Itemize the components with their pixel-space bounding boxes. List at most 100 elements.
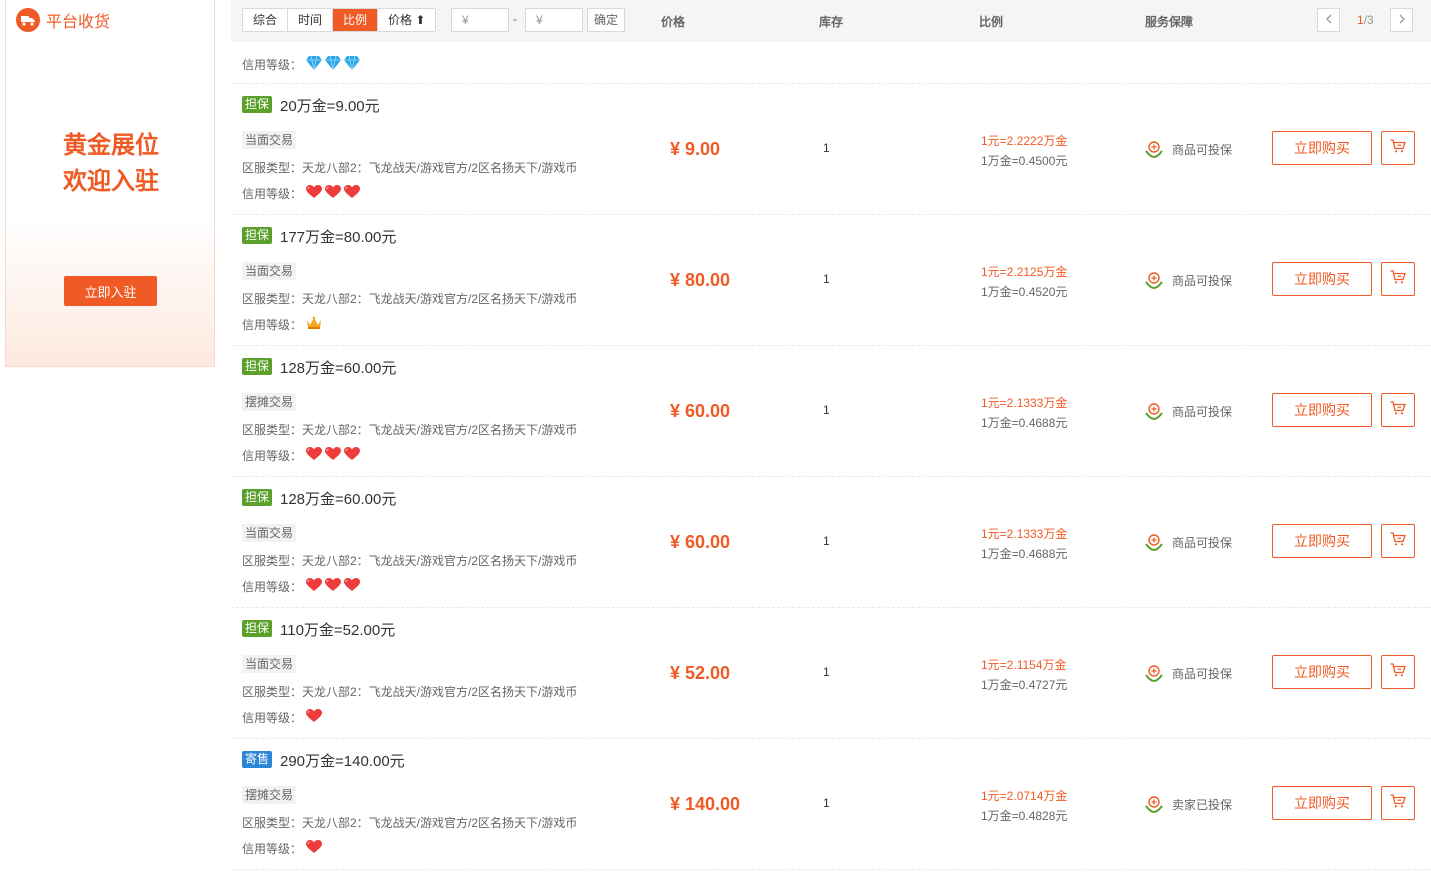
trade-tag: 担保	[242, 620, 273, 637]
trade-type-badge: 摆摊交易	[242, 786, 297, 804]
min-price-input[interactable]: ¥	[451, 8, 509, 32]
add-to-cart-button[interactable]	[1381, 524, 1415, 558]
credit-icons	[306, 447, 363, 464]
listing-title[interactable]: 20万金=9.00元	[280, 95, 380, 116]
add-to-cart-button[interactable]	[1381, 262, 1415, 296]
listing-title[interactable]: 110万金=52.00元	[280, 619, 395, 640]
cart-icon	[1390, 400, 1406, 420]
cart-icon	[1390, 138, 1406, 158]
gold-booth-text: 黄金展位 欢迎入驻	[6, 128, 216, 200]
buy-now-button[interactable]: 立即购买	[1272, 393, 1372, 427]
listing-title[interactable]: 128万金=60.00元	[280, 488, 396, 509]
prev-page-button[interactable]	[1317, 8, 1340, 32]
service-guarantee: 商品可投保	[1145, 664, 1233, 683]
service-guarantee: 商品可投保	[1145, 533, 1233, 552]
ratio-gold-to-yuan: 1万金=0.4828元	[981, 809, 1068, 823]
buy-now-button[interactable]: 立即购买	[1272, 131, 1372, 165]
sort-tab-1[interactable]: 时间	[288, 9, 334, 31]
insurance-icon	[1145, 140, 1163, 159]
heart-icon	[306, 578, 323, 595]
credit-label: 信用等级：	[242, 58, 303, 72]
service-guarantee: 卖家已投保	[1145, 795, 1233, 814]
platform-receive-header[interactable]: 平台收货	[16, 8, 110, 32]
ratio-yuan-to-gold: 1元=2.2222万金	[981, 134, 1068, 148]
price: ¥ 9.00	[670, 139, 721, 159]
heart-icon	[325, 447, 342, 464]
add-to-cart-button[interactable]	[1381, 786, 1415, 820]
listing-title[interactable]: 290万金=140.00元	[280, 750, 405, 771]
platform-receive-title: 平台收货	[46, 14, 111, 31]
sort-tab-3[interactable]: 价格 ⬆	[378, 9, 435, 31]
stock-count: 1	[823, 665, 830, 679]
server-zone: 区服类型：天龙八部2：飞龙战天/游戏官方/2区名扬天下/游戏币	[242, 423, 578, 437]
service-label: 商品可投保	[1172, 404, 1233, 419]
next-page-button[interactable]	[1390, 8, 1413, 32]
service-guarantee: 商品可投保	[1145, 271, 1232, 290]
cart-icon	[1390, 793, 1406, 813]
sort-tab-2[interactable]: 比例	[333, 9, 379, 31]
listing-row: 担保 128万金=60.00元当面交易区服类型：天龙八部2：飞龙战天/游戏官方/2…	[231, 477, 1431, 608]
add-to-cart-button[interactable]	[1381, 131, 1415, 165]
sort-tab-0[interactable]: 综合	[243, 9, 289, 31]
service-label: 卖家已投保	[1172, 797, 1233, 812]
gold-line-1: 黄金展位	[63, 132, 159, 159]
price-confirm-button[interactable]: 确定	[587, 8, 625, 32]
stock-count: 1	[823, 796, 830, 810]
heart-icon	[306, 709, 323, 726]
join-now-button[interactable]: 立即入驻	[64, 276, 157, 306]
credit-icons	[306, 709, 325, 726]
listing-row: 担保 177万金=80.00元 当面交易 区服类型：天龙八部2：飞龙战天/游戏官方/2…	[231, 215, 1431, 346]
credit-level: 信用等级：	[242, 185, 363, 202]
heart-icon	[344, 578, 361, 595]
diamond-icon	[325, 55, 342, 73]
buy-now-button[interactable]: 立即购买	[1272, 786, 1372, 820]
service-guarantee: 商品可投保	[1145, 402, 1233, 421]
insurance-icon	[1145, 402, 1163, 421]
ratio-gold-to-yuan: 1万金=0.4520元	[981, 285, 1068, 299]
credit-icons	[306, 316, 325, 333]
max-price-input[interactable]: ¥	[525, 8, 583, 32]
heart-icon	[325, 185, 342, 202]
heart-icon	[344, 185, 361, 202]
cart-icon	[1390, 531, 1406, 551]
truck-icon	[16, 8, 40, 32]
heart-icon	[325, 578, 342, 595]
insurance-icon	[1145, 533, 1163, 552]
credit-level: 信用等级：	[242, 840, 325, 857]
service-label: 商品可投保	[1172, 666, 1233, 681]
add-to-cart-button[interactable]	[1381, 393, 1415, 427]
credit-label: 信用等级：	[242, 318, 303, 332]
diamond-icon	[344, 55, 361, 73]
trade-tag: 担保	[242, 227, 273, 244]
trade-type-badge: 当面交易	[242, 655, 297, 673]
credit-label: 信用等级：	[242, 580, 303, 594]
server-zone: 区服类型：天龙八部2：飞龙战天/游戏官方/2区名扬天下/游戏币	[242, 685, 578, 699]
buy-now-button[interactable]: 立即购买	[1272, 262, 1372, 296]
credit-icons	[306, 55, 363, 73]
crown-icon	[306, 316, 322, 333]
credit-icons	[306, 185, 363, 202]
sort-tabs: 综合 时间 比例 价格 ⬆	[242, 8, 437, 32]
server-zone: 区服类型：天龙八部2：飞龙战天/游戏官方/2区名扬天下/游戏币	[242, 161, 578, 175]
trade-tag: 担保	[242, 358, 273, 375]
add-to-cart-button[interactable]	[1381, 655, 1415, 689]
listing-title[interactable]: 177万金=80.00元	[280, 226, 396, 247]
server-zone: 区服类型：天龙八部2：飞龙战天/游戏官方/2区名扬天下/游戏币	[242, 554, 578, 568]
credit-icons	[306, 840, 325, 857]
credit-label: 信用等级：	[242, 449, 303, 463]
trade-type-badge: 当面交易	[242, 524, 297, 542]
trade-type-badge: 当面交易	[242, 131, 297, 149]
trade-type-badge: 摆摊交易	[242, 393, 297, 411]
buy-now-button[interactable]: 立即购买	[1272, 655, 1372, 689]
listing-title[interactable]: 128万金=60.00元	[280, 357, 396, 378]
trade-tag: 担保	[242, 489, 273, 506]
price: ¥ 80.00	[670, 270, 731, 290]
chevron-left-icon	[1325, 13, 1333, 27]
buy-now-button[interactable]: 立即购买	[1272, 524, 1372, 558]
stock-count: 1	[823, 141, 830, 155]
service-label: 商品可投保	[1172, 535, 1233, 550]
credit-label: 信用等级：	[242, 842, 303, 856]
listing-row: 担保 20万金=9.00元 当面交易 区服类型：天龙八部2：飞龙战天/游戏官方/2区名…	[231, 84, 1431, 215]
server-zone: 区服类型：天龙八部2：飞龙战天/游戏官方/2区名扬天下/游戏币	[242, 816, 578, 830]
insurance-icon	[1145, 271, 1163, 290]
